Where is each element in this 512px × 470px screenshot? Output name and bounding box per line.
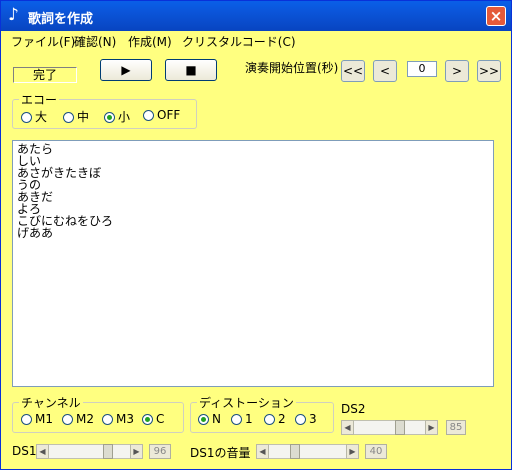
radio-icon: [231, 414, 242, 425]
prev-button[interactable]: <: [373, 60, 397, 82]
ds2-thumb[interactable]: [394, 420, 405, 435]
lyrics-textarea[interactable]: あたら しい あさがきたきぼ うの あきだ よろ こびにむねをひろ げああ: [12, 140, 494, 387]
distortion-radio-n[interactable]: N: [198, 412, 221, 426]
lyrics-window: ♪ 歌詞を作成 × ファイル(F) 確認(N) 作成(M) クリスタルコード(C…: [0, 0, 512, 470]
ds1-left-arrow-icon[interactable]: ◀: [36, 444, 49, 459]
music-note-icon: ♪: [8, 5, 19, 25]
first-button[interactable]: <<: [341, 60, 365, 82]
menu-file[interactable]: ファイル(F): [11, 33, 75, 50]
stop-button[interactable]: ■: [165, 59, 217, 81]
ds2-right-arrow-icon[interactable]: ▶: [425, 420, 438, 435]
ds1-label: DS1: [12, 444, 37, 458]
ds1-thumb[interactable]: [102, 444, 113, 459]
distortion-radio-2[interactable]: 2: [264, 412, 286, 426]
distortion-legend: ディストーション: [199, 396, 294, 410]
distortion-radio-3[interactable]: 3: [295, 412, 317, 426]
radio-icon: [63, 112, 74, 123]
ds1-track[interactable]: [36, 444, 143, 459]
radio-icon: [21, 112, 32, 123]
channel-radio-m1[interactable]: M1: [21, 412, 53, 426]
ds1-volume-right-arrow-icon[interactable]: ▶: [346, 444, 359, 459]
next-button[interactable]: >: [445, 60, 469, 82]
radio-icon: [21, 414, 32, 425]
radio-icon: [102, 414, 113, 425]
channel-radio-c[interactable]: C: [142, 412, 164, 426]
channel-radio-m2[interactable]: M2: [62, 412, 94, 426]
title-bar[interactable]: ♪ 歌詞を作成 ×: [1, 1, 511, 31]
ds1-value: 96: [149, 444, 171, 459]
radio-selected-icon: [104, 112, 115, 123]
echo-radio-large[interactable]: 大: [21, 108, 47, 125]
distortion-radio-1[interactable]: 1: [231, 412, 253, 426]
menu-confirm[interactable]: 確認(N): [74, 33, 116, 50]
channel-legend: チャンネル: [21, 396, 81, 410]
ds2-value: 85: [446, 420, 466, 435]
ds2-left-arrow-icon[interactable]: ◀: [341, 420, 354, 435]
status-display: 完了: [13, 67, 77, 83]
channel-radio-m3[interactable]: M3: [102, 412, 134, 426]
menu-crystal-code[interactable]: クリスタルコード(C): [182, 33, 296, 50]
radio-selected-icon: [198, 414, 209, 425]
play-icon: ▶: [121, 63, 131, 77]
ds1-volume-value: 40: [365, 444, 387, 459]
radio-selected-icon: [142, 414, 153, 425]
ds1-right-arrow-icon[interactable]: ▶: [130, 444, 143, 459]
ds1-volume-thumb[interactable]: [289, 444, 300, 459]
play-button[interactable]: ▶: [100, 59, 152, 81]
radio-icon: [62, 414, 73, 425]
ds2-slider[interactable]: ◀ ▶: [341, 420, 438, 435]
radio-icon: [264, 414, 275, 425]
ds1-volume-track[interactable]: [256, 444, 359, 459]
ds2-label: DS2: [341, 402, 366, 416]
ds1-volume-slider[interactable]: ◀ ▶: [256, 444, 359, 459]
start-position-label: 演奏開始位置(秒): [245, 61, 339, 75]
radio-icon: [143, 110, 154, 121]
echo-radio-off[interactable]: OFF: [143, 108, 180, 122]
position-value[interactable]: 0: [407, 61, 437, 77]
last-button[interactable]: >>: [477, 60, 501, 82]
echo-legend: エコー: [21, 93, 58, 107]
ds1-volume-label: DS1の音量: [190, 446, 251, 460]
ds1-volume-left-arrow-icon[interactable]: ◀: [256, 444, 269, 459]
ds2-track[interactable]: [341, 420, 438, 435]
window-title: 歌詞を作成: [28, 12, 94, 27]
echo-radio-small[interactable]: 小: [104, 108, 130, 125]
ds1-slider[interactable]: ◀ ▶: [36, 444, 143, 459]
menu-create[interactable]: 作成(M): [128, 33, 172, 50]
close-button[interactable]: ×: [486, 6, 506, 26]
echo-radio-medium[interactable]: 中: [63, 108, 89, 125]
menu-bar: ファイル(F) 確認(N) 作成(M) クリスタルコード(C): [1, 31, 511, 51]
radio-icon: [295, 414, 306, 425]
stop-icon: ■: [185, 63, 197, 77]
